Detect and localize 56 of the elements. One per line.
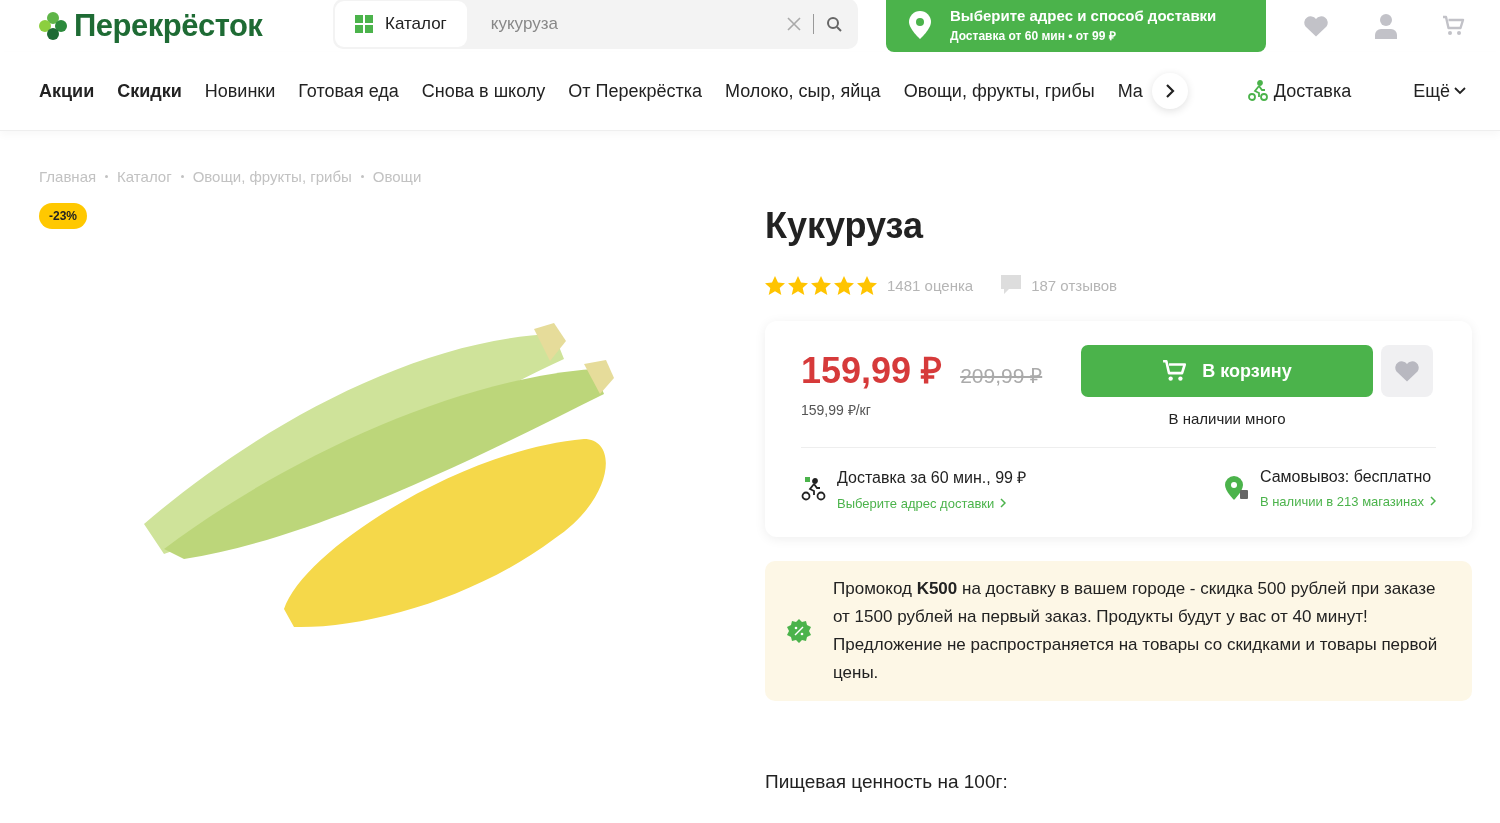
cart-button[interactable]	[1442, 14, 1466, 38]
cart-icon	[1442, 14, 1466, 38]
user-icon	[1374, 13, 1398, 39]
comment-icon	[1001, 275, 1022, 295]
nav-link[interactable]: Молоко, сыр, яйца	[724, 80, 881, 102]
product-title: Кукуруза	[765, 205, 925, 247]
nav-link[interactable]: Снова в школу	[421, 80, 546, 102]
chevron-right-icon	[1430, 496, 1436, 506]
clover-logo-icon	[38, 11, 68, 41]
breadcrumb-separator	[360, 174, 364, 178]
nav-link[interactable]: Новинки	[204, 80, 276, 102]
chevron-right-icon	[1000, 498, 1007, 508]
breadcrumb-separator	[105, 174, 109, 178]
nav-link[interactable]: Скидки	[117, 80, 182, 102]
chevron-right-icon	[1164, 83, 1175, 99]
promo-text: Промокод K500 на доставку в вашем городе - скидка 500 рублей при заказе от 1500 рублей на первый заказ. Продукты будут у вас от 40 минут! Предложение не распространяется на товары со скидками и товары первой цены.	[833, 578, 1439, 684]
delivery-link[interactable]: Доставка	[1247, 80, 1352, 102]
star-icon	[765, 275, 785, 295]
chevron-down-icon	[1454, 87, 1466, 95]
nav-link[interactable]: Готовая еда	[298, 80, 399, 102]
scroll-right-button[interactable]	[1151, 73, 1188, 109]
discount-icon	[787, 619, 811, 643]
clear-button[interactable]	[787, 17, 801, 31]
star-icon	[857, 275, 877, 295]
breadcrumb-separator	[180, 174, 184, 178]
pickup-location-icon	[1223, 475, 1250, 502]
star-icon	[788, 275, 808, 295]
delivery-info: Доставка за 60 мин., 99 ₽	[837, 468, 1027, 488]
unit-price: 159,99 ₽/кг	[801, 401, 872, 419]
favorite-button[interactable]	[1381, 345, 1433, 397]
nav-link[interactable]: Ма	[1117, 80, 1143, 102]
close-icon	[787, 17, 801, 31]
more-menu-button[interactable]: Ещё	[1407, 79, 1472, 103]
old-price: 209,99 ₽	[960, 364, 1043, 387]
stock-status: В наличии много	[1168, 410, 1286, 427]
nav-link[interactable]: Акции	[39, 80, 95, 102]
catalog-button[interactable]: Каталог	[335, 1, 467, 47]
star-icon	[834, 275, 854, 295]
nav-link[interactable]: Овощи, фрукты, грибы	[903, 80, 1095, 102]
search-icon	[826, 16, 842, 32]
nutrition-heading: Пищевая ценность на 100г:	[765, 771, 1009, 793]
search-field[interactable]: Каталог кукуруза	[333, 0, 858, 49]
search-button[interactable]	[826, 16, 842, 32]
profile-button[interactable]	[1374, 13, 1398, 39]
bicycle-courier-icon	[801, 475, 827, 502]
cart-icon	[1162, 358, 1189, 384]
location-pin-icon	[908, 11, 932, 39]
grid-icon	[355, 15, 373, 33]
ratings-count: 1481 оценка	[887, 276, 974, 294]
logo-text[interactable]: Перекрёсток	[74, 8, 263, 44]
nav-link[interactable]: От Перекрёстка	[568, 80, 702, 102]
courier-bike-icon	[1247, 80, 1268, 102]
price: 159,99 ₽	[801, 350, 943, 391]
discount-badge: -23%	[39, 203, 87, 229]
pickup-info: Самовывоз: бесплатно	[1259, 468, 1433, 486]
star-icon	[811, 275, 831, 295]
